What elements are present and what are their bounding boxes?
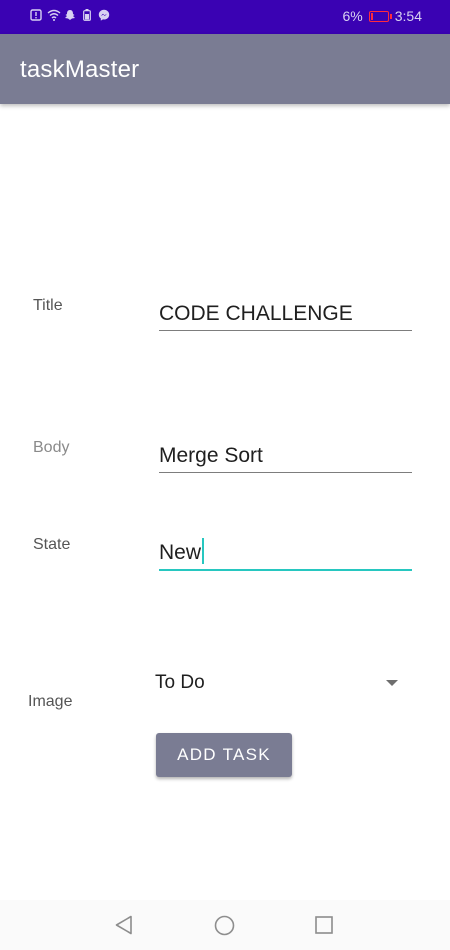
title-field-value: CODE CHALLENGE <box>159 302 353 325</box>
state-field[interactable]: New <box>159 533 412 571</box>
body-label: Body <box>33 439 70 456</box>
body-field-value: Merge Sort <box>159 444 263 467</box>
notification-icons <box>30 9 110 21</box>
dropdown-arrow-icon <box>386 680 398 686</box>
add-task-button[interactable]: ADD TASK <box>156 733 292 777</box>
title-field[interactable]: CODE CHALLENGE <box>159 294 412 331</box>
image-label: Image <box>28 693 73 710</box>
image-spinner[interactable]: To Do <box>155 668 405 700</box>
navigation-bar <box>0 900 450 950</box>
home-icon[interactable] <box>214 915 235 941</box>
state-field-content: New <box>159 538 205 565</box>
clock: 3:54 <box>394 8 422 24</box>
text-cursor <box>202 538 205 564</box>
battery-percent: 6% <box>342 8 363 24</box>
image-spinner-value: To Do <box>155 672 205 693</box>
app-bar: taskMaster <box>0 34 450 104</box>
messenger-icon <box>98 9 110 21</box>
battery-saver-icon <box>81 9 93 21</box>
state-label: State <box>33 536 71 553</box>
state-field-value: New <box>159 541 202 564</box>
back-icon[interactable] <box>114 915 134 940</box>
title-label: Title <box>33 297 63 314</box>
status-bar: 6% 3:54 <box>0 0 450 34</box>
recents-icon[interactable] <box>315 916 333 939</box>
body-field[interactable]: Merge Sort <box>159 436 412 473</box>
status-right: 6% 3:54 <box>343 8 422 24</box>
alert-icon <box>30 9 42 21</box>
app-title: taskMaster <box>20 56 140 83</box>
snapchat-icon <box>64 9 76 21</box>
wifi-icon <box>47 9 61 21</box>
battery-icon <box>368 10 392 22</box>
